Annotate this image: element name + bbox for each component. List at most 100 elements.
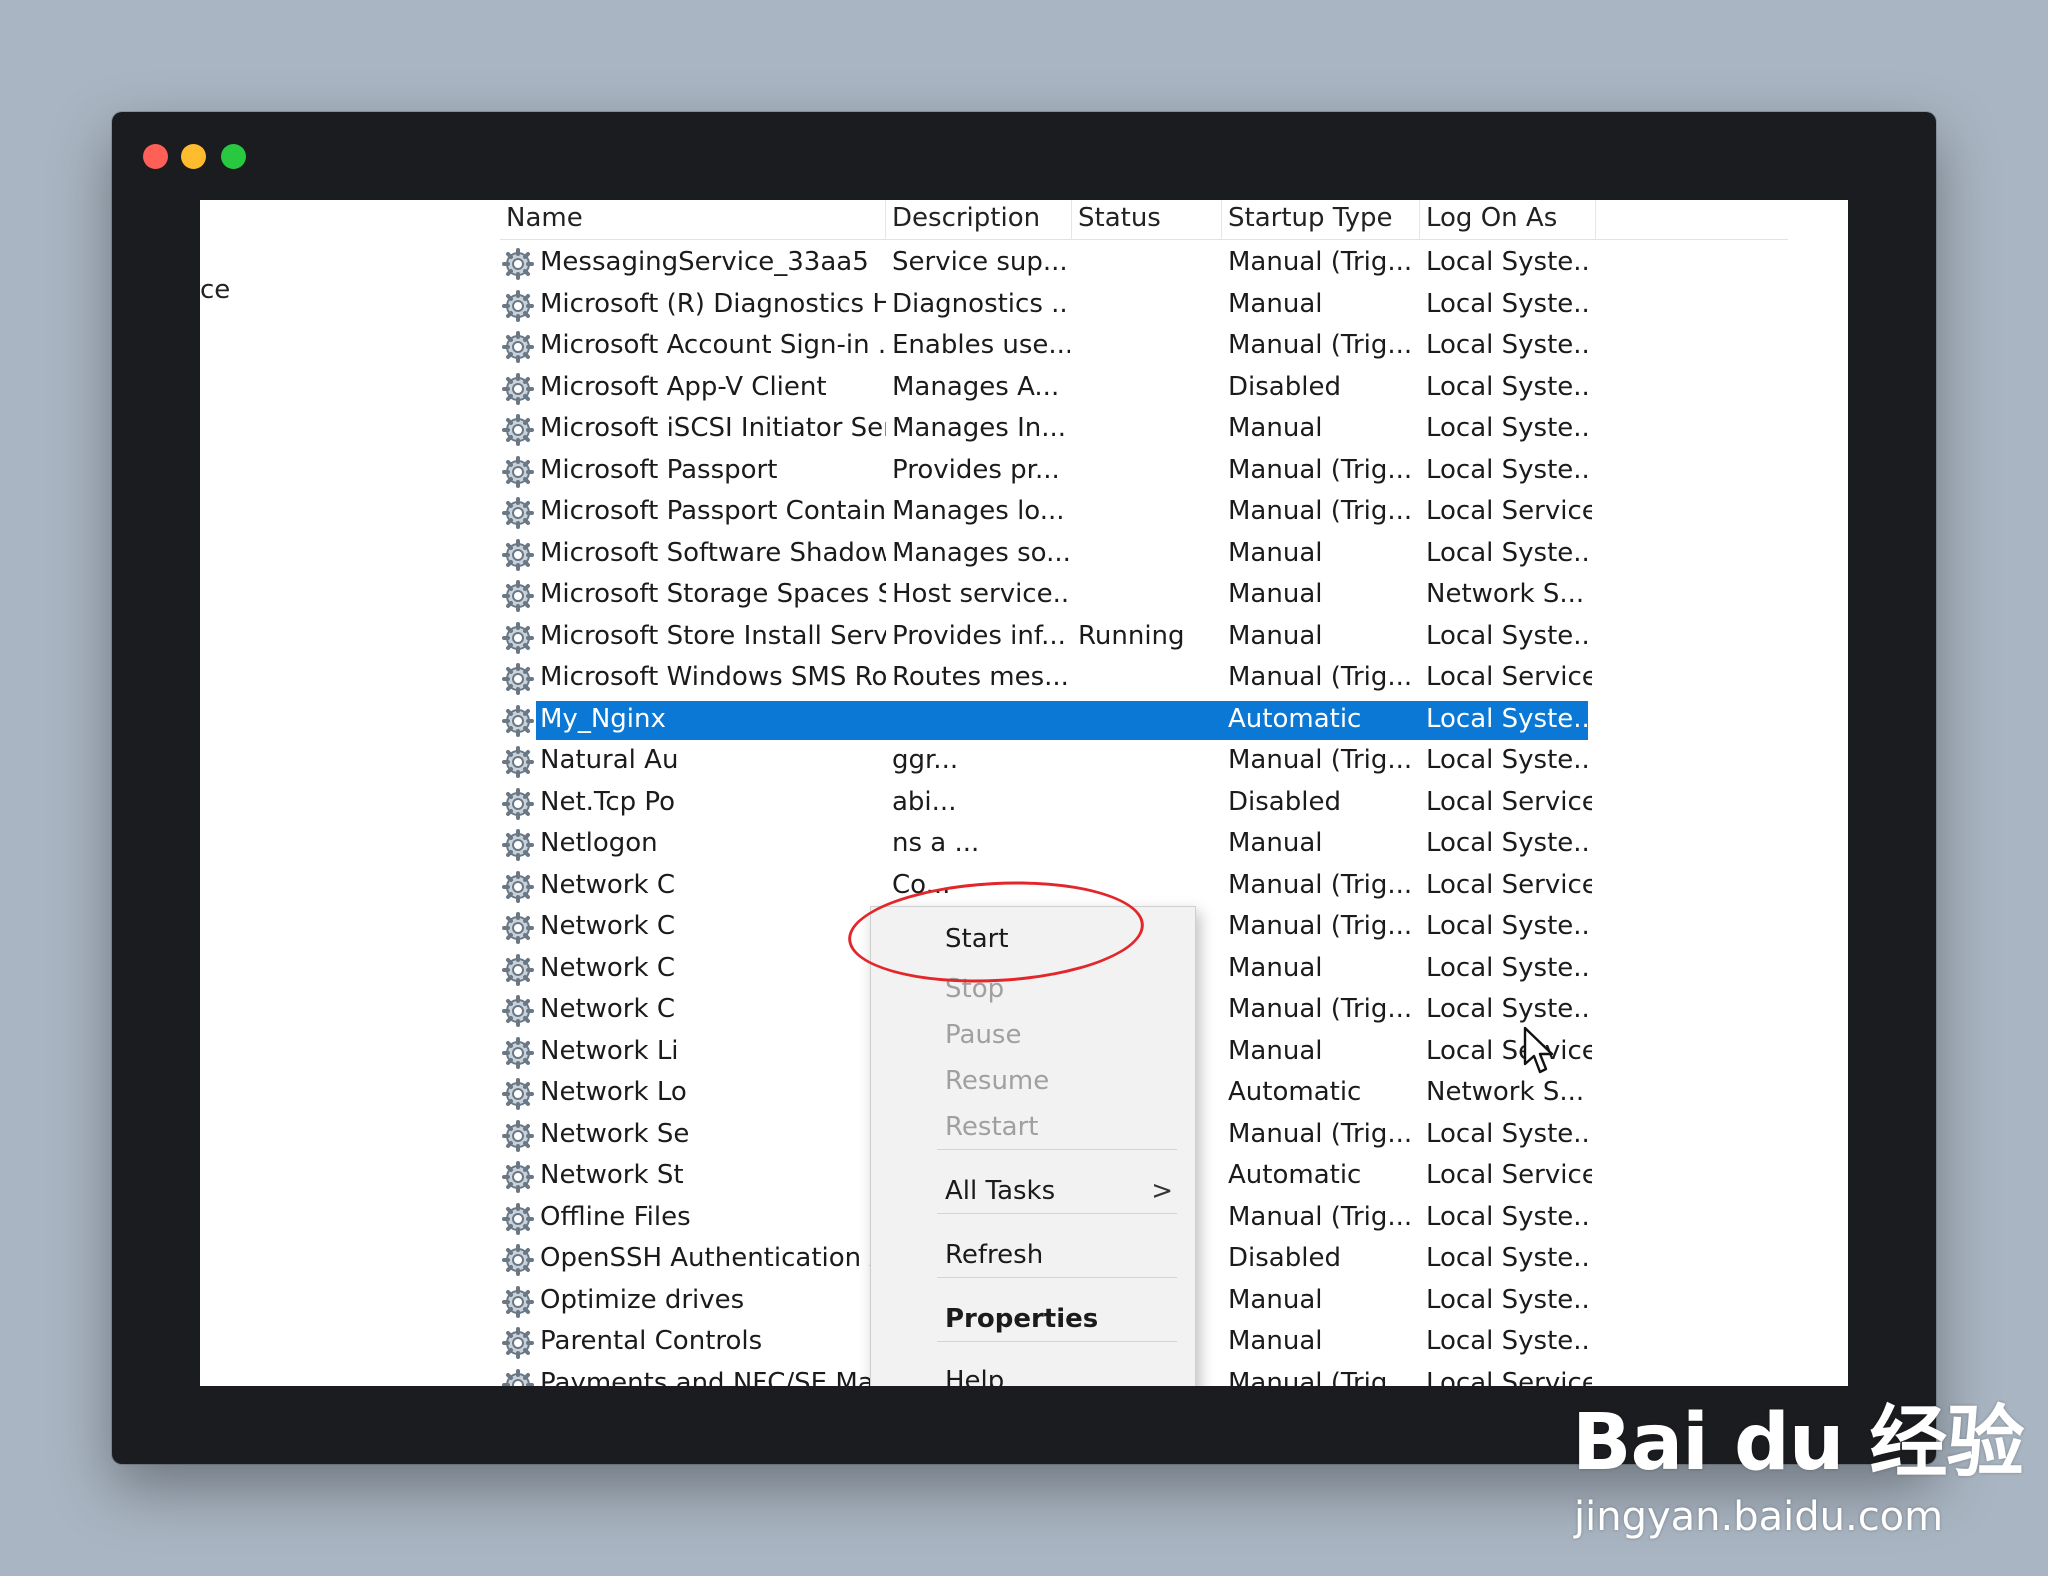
cell-startup-type: Manual [1228, 620, 1323, 651]
cell-name: Network C [540, 911, 675, 941]
table-row[interactable]: Microsoft Software Shadow... Manages so..… [500, 533, 1788, 575]
gear-cog-icon [502, 455, 534, 488]
cell-name: Offline Files [540, 1201, 691, 1232]
menu-item-all-tasks[interactable]: All Tasks > [871, 1169, 1195, 1213]
cell-log-on-as: Local Syste... [1426, 1284, 1592, 1315]
cell-status [1078, 450, 1222, 492]
table-row[interactable]: Net.Tcp Po abi... Disabled Local Service [500, 782, 1788, 824]
menu-item-restart[interactable]: Restart [871, 1105, 1195, 1149]
menu-item-label: Help [945, 1366, 1005, 1386]
window-close-button[interactable] [143, 144, 168, 169]
column-header-name[interactable]: Name [500, 200, 886, 240]
menu-item-label: All Tasks [945, 1176, 1056, 1206]
cell-log-on-as: Local Syste... [1426, 994, 1592, 1024]
cell-startup-type: Manual (Trig... [1228, 1367, 1413, 1387]
cell-startup-type: Disabled [1228, 786, 1341, 817]
gear-cog-icon [502, 1285, 534, 1318]
cell-startup-type: Manual (Trig... [1228, 247, 1413, 277]
menu-item-label: Pause [945, 1020, 1022, 1050]
gear-cog-icon [502, 1119, 534, 1152]
menu-item-label: Stop [945, 974, 1005, 1004]
menu-item-label: Refresh [945, 1240, 1044, 1270]
cell-log-on-as: Local Service [1426, 1035, 1592, 1066]
menu-item-pause[interactable]: Pause [871, 1013, 1195, 1057]
gear-cog-icon [502, 912, 534, 944]
cell-description: Manages A... [892, 371, 1060, 402]
gear-cog-icon [502, 497, 534, 529]
cell-status [1078, 284, 1222, 326]
cell-status: Running [1078, 620, 1185, 651]
menu-item-refresh[interactable]: Refresh [871, 1233, 1195, 1277]
table-row[interactable]: Microsoft Passport Container Manages lo..… [500, 491, 1788, 533]
table-row[interactable]: Netlogon ns a ... Manual Local Syste... [500, 823, 1788, 865]
cell-description [892, 699, 1070, 741]
table-row[interactable]: Microsoft Passport Provides pr... Manual (… [500, 450, 1788, 492]
cell-name: Net.Tcp Po [540, 786, 676, 817]
cell-description: Provides pr... [892, 454, 1060, 485]
cell-status [1078, 740, 1222, 782]
table-row-selected[interactable]: My_Nginx Automatic Local Syste... [500, 699, 1788, 741]
cell-name: Network C [540, 952, 675, 983]
table-row[interactable]: Microsoft (R) Diagnostics H... Diagnostic… [500, 284, 1788, 326]
table-row[interactable]: MessagingService_33aa5 Service sup... Manu… [500, 242, 1788, 284]
cell-status [1078, 657, 1222, 699]
table-row[interactable]: Microsoft Windows SMS Ro... Routes mes...… [500, 657, 1788, 699]
column-header-log-on-as[interactable]: Log On As [1420, 200, 1596, 240]
menu-item-label: Start [945, 924, 1009, 954]
cell-status [1078, 242, 1222, 284]
menu-item-properties[interactable]: Properties [871, 1297, 1195, 1341]
gear-cog-icon [502, 1078, 534, 1110]
cell-log-on-as: Network S... [1426, 579, 1585, 609]
cell-startup-type: Automatic [1228, 1077, 1362, 1107]
cell-startup-type: Manual [1228, 537, 1323, 568]
gear-cog-icon [502, 289, 534, 322]
cell-name: Netlogon [540, 828, 658, 858]
cell-description: Service sup... [892, 247, 1068, 277]
menu-separator [937, 1277, 1177, 1278]
cell-log-on-as: Local Syste... [1426, 1326, 1592, 1356]
menu-item-stop[interactable]: Stop [871, 967, 1195, 1011]
menu-item-help[interactable]: Help [871, 1359, 1195, 1386]
cell-startup-type: Manual [1228, 1326, 1323, 1356]
gear-cog-icon [502, 248, 534, 280]
menu-separator [937, 1213, 1177, 1214]
cell-log-on-as: Local Syste... [1426, 703, 1592, 734]
window-zoom-button[interactable] [221, 144, 246, 169]
table-row[interactable]: Natural Au ggr... Manual (Trig... Local Sys… [500, 740, 1788, 782]
cell-log-on-as: Local Syste... [1426, 454, 1592, 485]
column-header-description[interactable]: Description [886, 200, 1072, 240]
left-pane-fragment: ce [200, 275, 231, 305]
cell-description: Manages In... [892, 413, 1067, 443]
gear-cog-icon [502, 580, 534, 612]
gear-cog-icon [502, 1368, 534, 1386]
column-header-status[interactable]: Status [1072, 200, 1222, 240]
gear-cog-icon [502, 953, 534, 986]
gear-cog-icon [502, 331, 534, 363]
gear-cog-icon [502, 1327, 534, 1359]
menu-item-resume[interactable]: Resume [871, 1059, 1195, 1103]
cell-startup-type: Manual (Trig... [1228, 1201, 1413, 1232]
table-row[interactable]: Microsoft iSCSI Initiator Ser... Manages … [500, 408, 1788, 450]
table-row[interactable]: Microsoft Store Install ServiceProvides … [500, 616, 1788, 658]
table-row[interactable]: Network C Co... Manual (Trig... Local Servi… [500, 865, 1788, 907]
table-row[interactable]: Microsoft App-V Client Manages A... Disabl… [500, 367, 1788, 409]
service-context-menu: Start Stop Pause Resume Restart All Tasks > Ref… [870, 906, 1196, 1386]
cell-name: Parental Controls [540, 1326, 763, 1356]
cell-description: Manages lo... [892, 496, 1065, 526]
table-row[interactable]: Microsoft Account Sign-in ... Enables use… [500, 325, 1788, 367]
cell-name: Network Se [540, 1118, 690, 1149]
cell-startup-type: Manual [1228, 952, 1323, 983]
window-minimize-button[interactable] [181, 144, 206, 169]
cell-startup-type: Manual (Trig... [1228, 911, 1413, 941]
gear-cog-icon [502, 621, 534, 654]
cell-startup-type: Manual (Trig... [1228, 994, 1413, 1024]
column-header-startup-type[interactable]: Startup Type [1222, 200, 1420, 240]
gear-cog-icon [502, 1161, 534, 1193]
cell-log-on-as: Local Syste... [1426, 745, 1592, 775]
menu-item-start[interactable]: Start [871, 917, 1195, 961]
table-row[interactable]: Microsoft Storage Spaces S... Host servic… [500, 574, 1788, 616]
cell-startup-type: Automatic [1228, 1160, 1362, 1190]
cell-log-on-as: Local Service [1426, 496, 1592, 526]
cell-log-on-as: Local Syste... [1426, 288, 1592, 319]
cell-startup-type: Manual [1228, 413, 1323, 443]
